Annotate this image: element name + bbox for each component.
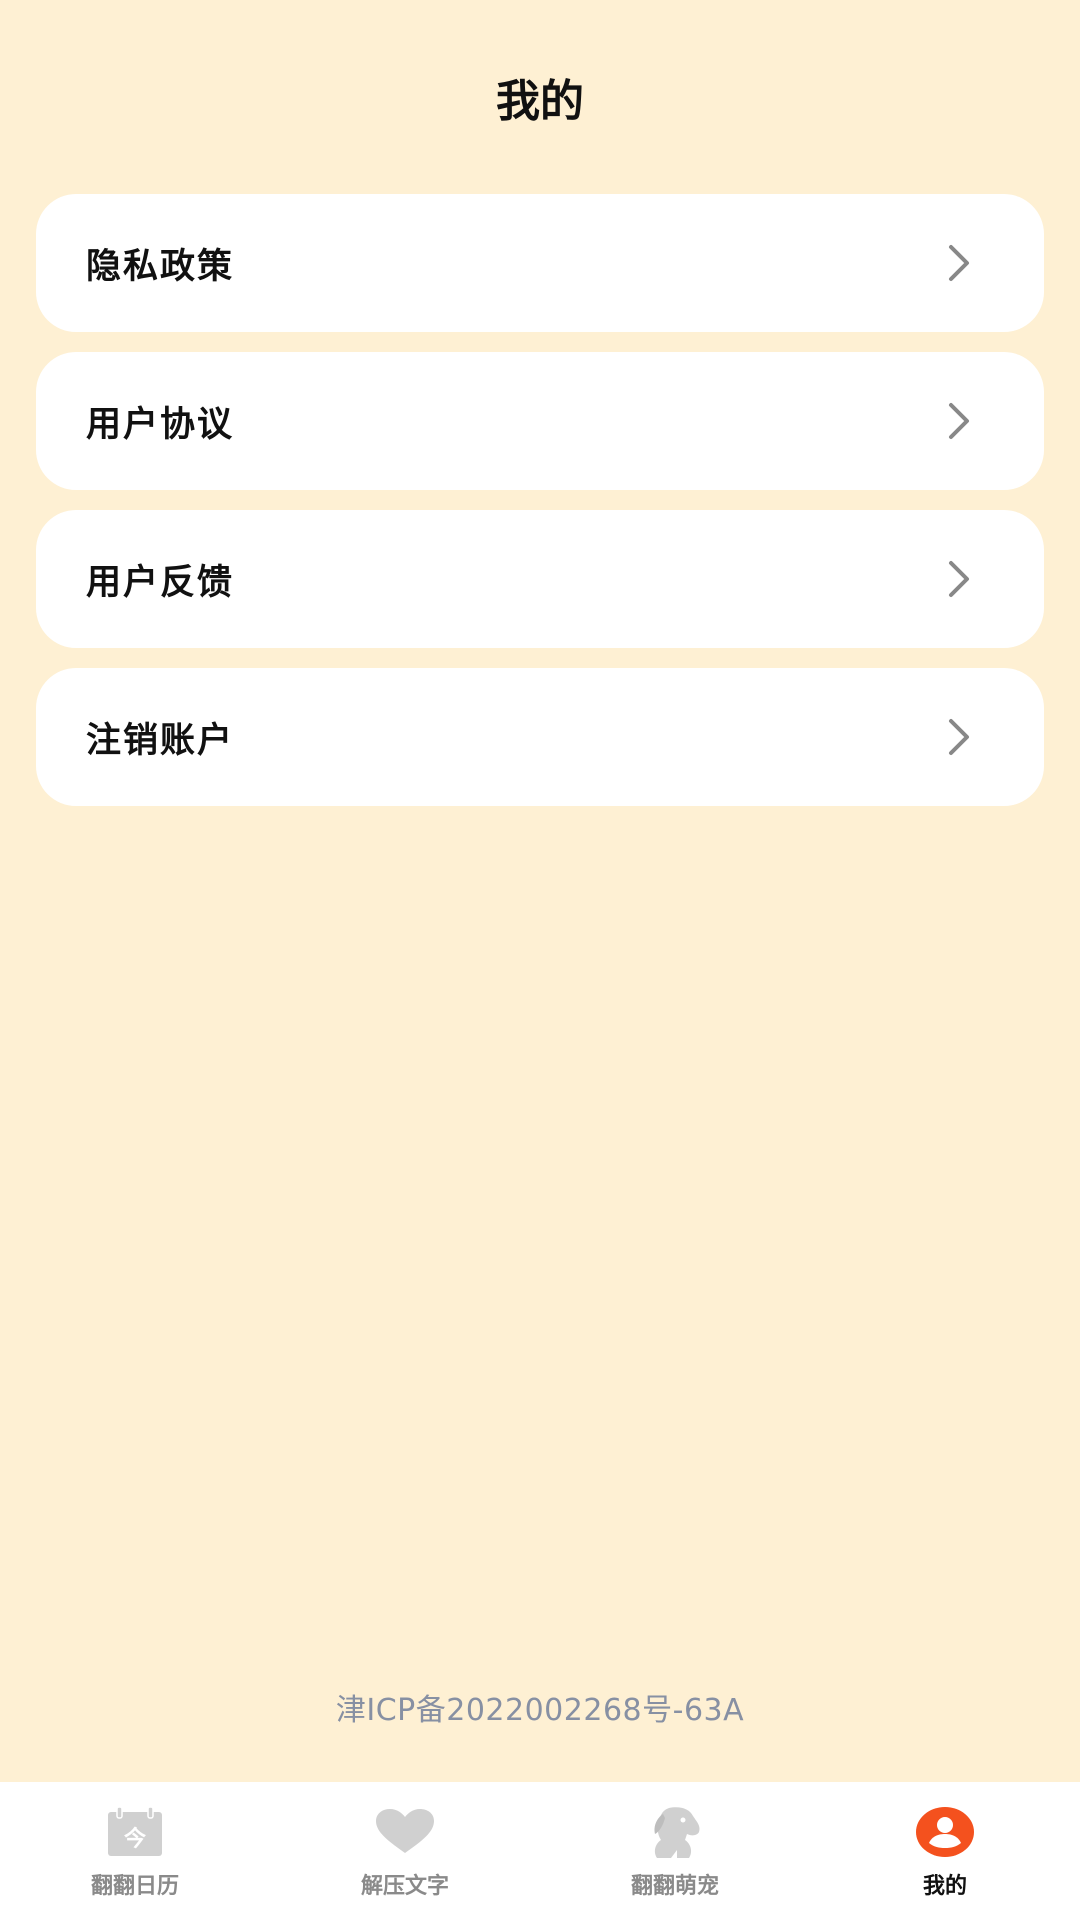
calendar-icon-glyph: 今 (124, 1826, 146, 1852)
calendar-icon: 今 (104, 1804, 166, 1860)
bottom-tab-bar: 今 翻翻日历 解压文字 翻翻萌宠 我的 (0, 1782, 1080, 1920)
page-title: 我的 (496, 76, 584, 127)
menu-item-privacy-policy[interactable]: 隐私政策 (36, 194, 1044, 332)
tab-relief-text[interactable]: 解压文字 (270, 1782, 540, 1920)
dog-icon (644, 1804, 706, 1860)
heart-icon (374, 1804, 436, 1860)
tab-label: 我的 (922, 1874, 967, 1899)
tab-label: 翻翻日历 (90, 1874, 179, 1899)
tab-mine[interactable]: 我的 (810, 1782, 1080, 1920)
tab-label: 解压文字 (360, 1874, 449, 1899)
icp-license-link[interactable]: 津ICP备2022002268号-63A (0, 1685, 1080, 1729)
tab-label: 翻翻萌宠 (630, 1874, 719, 1899)
chevron-right-icon (944, 559, 974, 599)
tab-calendar[interactable]: 今 翻翻日历 (0, 1782, 270, 1920)
menu-item-delete-account[interactable]: 注销账户 (36, 668, 1044, 806)
settings-menu-list: 隐私政策 用户协议 用户反馈 注销账户 (36, 194, 1044, 826)
chevron-right-icon (944, 717, 974, 757)
menu-item-label: 用户协议 (86, 404, 235, 445)
chevron-right-icon (944, 243, 974, 283)
menu-item-label: 注销账户 (86, 720, 235, 761)
user-icon (914, 1804, 976, 1860)
menu-item-label: 用户反馈 (86, 562, 235, 603)
tab-cute-pets[interactable]: 翻翻萌宠 (540, 1782, 810, 1920)
chevron-right-icon (944, 401, 974, 441)
menu-item-label: 隐私政策 (86, 246, 235, 287)
menu-item-user-agreement[interactable]: 用户协议 (36, 352, 1044, 490)
menu-item-user-feedback[interactable]: 用户反馈 (36, 510, 1044, 648)
